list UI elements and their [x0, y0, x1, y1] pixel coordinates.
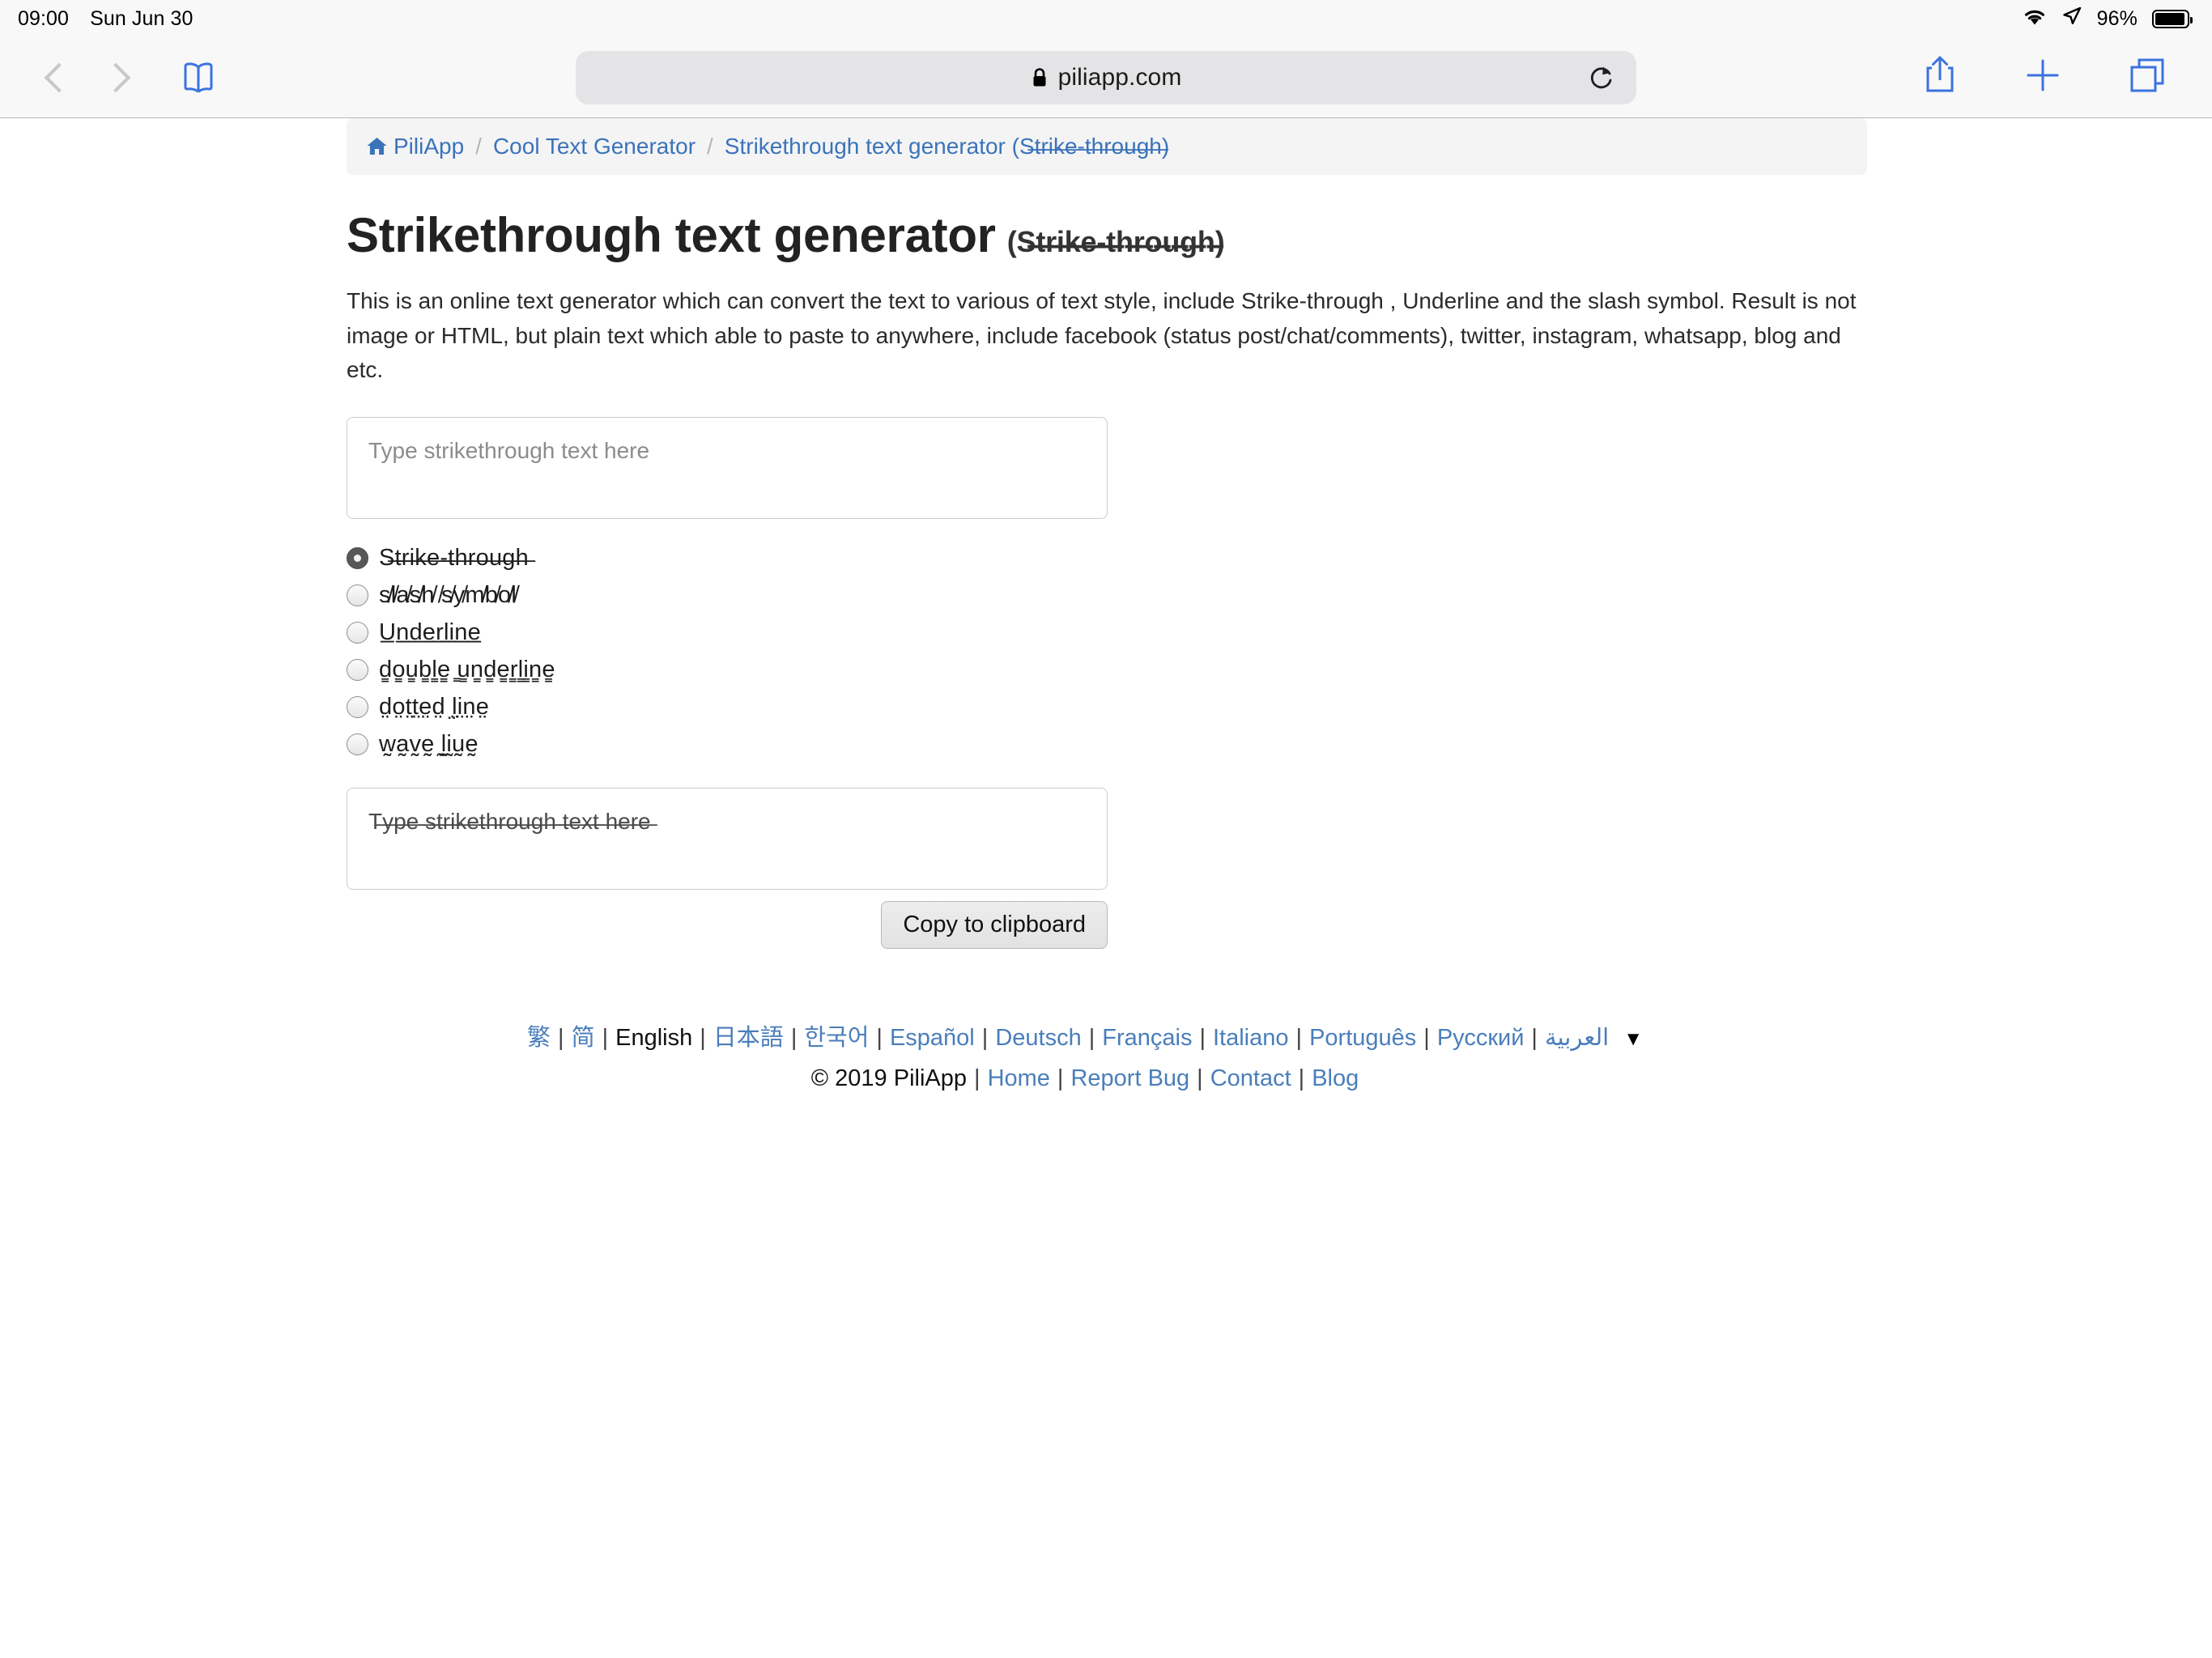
footer-separator: |: [876, 1024, 883, 1051]
address-bar[interactable]: piliapp.com: [576, 50, 1636, 104]
footer-separator: |: [1295, 1024, 1303, 1051]
reload-button[interactable]: [1588, 63, 1615, 92]
page-body: PiliApp / Cool Text Generator / Strikethroug…: [0, 118, 2212, 1096]
lang-french[interactable]: Français: [1102, 1025, 1192, 1051]
address-bar-container: piliapp.com: [576, 50, 1636, 104]
radio-underline[interactable]: [347, 622, 368, 644]
new-tab-button[interactable]: [2024, 57, 2061, 98]
location-arrow-icon: [2061, 6, 2082, 32]
show-tabs-button[interactable]: [2128, 56, 2167, 99]
footer-link-report-bug[interactable]: Report Bug: [1070, 1065, 1189, 1091]
footer-separator: |: [1199, 1024, 1206, 1051]
option-label: s̸l̸a̸s̸h̸ ̸s̸y̸m̸b̸o̸l̸: [379, 582, 517, 609]
lang-german[interactable]: Deutsch: [995, 1025, 1081, 1051]
language-selector: 繁 | 简 | English | 日本語 | 한국어 | Español | Deutsch | Fran…: [347, 1020, 1823, 1056]
breadcrumb: PiliApp / Cool Text Generator / Strikethroug…: [347, 118, 1867, 175]
plus-icon: [2027, 59, 2059, 91]
breadcrumb-item-strikethrough[interactable]: Strikethrough text generator (S̶t̶r̶i̶k̶…: [725, 134, 1169, 159]
footer-separator: |: [602, 1024, 609, 1051]
home-icon: [366, 136, 388, 162]
status-time: 09:00: [18, 6, 70, 30]
option-dotted-line[interactable]: d̤o̤t̤t̤e̤d̤ ̤l̤i̤n̤e̤: [347, 689, 2163, 726]
footer-separator: |: [790, 1024, 798, 1051]
back-button[interactable]: [44, 62, 74, 92]
radio-dotted-line[interactable]: [347, 696, 368, 719]
page-title-suffix: (S̶t̶r̶i̶k̶e̶-̶t̶h̶r̶o̶u̶g̶h̶): [1006, 225, 1225, 258]
style-options-group: S̶t̶r̶i̶k̶e̶-̶t̶h̶r̶o̶u̶g̶h̶ s̸l̸a̸s̸h̸ …: [347, 540, 2163, 763]
option-label: d̳o̳u̳b̳l̳e̳ ̳u̳n̳d̳e̳r̳l̳i̳n̳e̳: [379, 657, 555, 683]
strikethrough-output[interactable]: [347, 787, 1108, 890]
option-label: S̶t̶r̶i̶k̶e̶-̶t̶h̶r̶o̶u̶g̶h̶: [379, 545, 529, 572]
lang-japanese[interactable]: 日本語: [713, 1025, 784, 1051]
option-slash-symbol[interactable]: s̸l̸a̸s̸h̸ ̸s̸y̸m̸b̸o̸l̸: [347, 577, 2163, 614]
lang-russian[interactable]: Русский: [1437, 1025, 1525, 1051]
lang-arabic[interactable]: العربية: [1545, 1025, 1609, 1051]
option-label: d̤o̤t̤t̤e̤d̤ ̤l̤i̤n̤e̤: [379, 694, 490, 721]
radio-strike-through[interactable]: [347, 547, 368, 570]
breadcrumb-separator: /: [475, 134, 482, 159]
bookmarks-button[interactable]: [178, 60, 219, 96]
footer-link-blog[interactable]: Blog: [1312, 1065, 1359, 1091]
safari-toolbar: piliapp.com: [0, 37, 2212, 118]
radio-wave-line[interactable]: [347, 733, 368, 756]
page-title: Strikethrough text generator (S̶t̶r̶i̶k̶e…: [347, 207, 2163, 263]
footer-separator: |: [1088, 1024, 1095, 1051]
tabs-icon: [2130, 58, 2164, 92]
strikethrough-input[interactable]: [347, 416, 1108, 519]
option-strike-through[interactable]: S̶t̶r̶i̶k̶e̶-̶t̶h̶r̶o̶u̶g̶h̶: [347, 540, 2163, 577]
lang-korean[interactable]: 한국어: [804, 1025, 869, 1051]
radio-double-underline[interactable]: [347, 659, 368, 682]
status-bar-left: 09:00 Sun Jun 30: [18, 7, 194, 31]
footer-link-contact[interactable]: Contact: [1210, 1065, 1291, 1091]
footer-separator: |: [1057, 1065, 1064, 1091]
option-underline[interactable]: U̲n̲d̲e̲r̲l̲i̲n̲e̲: [347, 614, 2163, 652]
lang-english-current[interactable]: English: [615, 1025, 692, 1051]
option-label: w̰a̰v̰ḛ ̰l̰ḭṵḛ: [379, 731, 479, 758]
wifi-icon: [2021, 6, 2048, 32]
status-date: Sun Jun 30: [90, 6, 194, 30]
status-bar-right: 96%: [2021, 6, 2193, 32]
footer-separator: |: [974, 1065, 981, 1091]
open-book-icon: [184, 62, 213, 93]
navigation-buttons: [44, 62, 131, 92]
battery-percent: 96%: [2096, 6, 2138, 30]
lang-zh-hans[interactable]: 简: [572, 1025, 595, 1051]
radio-slash-symbol[interactable]: [347, 585, 368, 607]
footer-separator: |: [1197, 1065, 1203, 1091]
address-bar-url: piliapp.com: [1057, 63, 1182, 91]
footer-separator: |: [700, 1024, 706, 1051]
option-label: U̲n̲d̲e̲r̲l̲i̲n̲e̲: [379, 619, 481, 646]
toolbar-right-actions: [1922, 54, 2184, 100]
page-description: This is an online text generator which c…: [347, 288, 1857, 383]
lock-icon: [1031, 67, 1049, 92]
copyright-text: © 2019 PiliApp: [810, 1065, 968, 1091]
page-title-text: Strikethrough text generator: [347, 208, 996, 262]
option-wave-line[interactable]: w̰a̰v̰ḛ ̰l̰ḭṵḛ: [347, 726, 2163, 763]
footer-separator: |: [1423, 1024, 1430, 1051]
breadcrumb-separator: /: [707, 134, 713, 159]
lang-italian[interactable]: Italiano: [1213, 1025, 1289, 1051]
lang-zh-hant[interactable]: 繁: [527, 1025, 551, 1051]
footer-link-home[interactable]: Home: [988, 1065, 1050, 1091]
site-footer: 繁 | 简 | English | 日本語 | 한국어 | Español | Deutsch | Fran…: [347, 1020, 2163, 1096]
forward-button[interactable]: [100, 62, 131, 92]
share-button[interactable]: [1922, 54, 1958, 100]
footer-copyright-row: © 2019 PiliApp | Home | Report Bug | Contact | B…: [347, 1061, 1823, 1096]
copy-to-clipboard-button[interactable]: Copy to clipboard: [881, 900, 1108, 949]
footer-separator: |: [558, 1024, 564, 1051]
chevron-down-icon[interactable]: ▼: [1623, 1028, 1643, 1050]
option-double-underline[interactable]: d̳o̳u̳b̳l̳e̳ ̳u̳n̳d̳e̳r̳l̳i̳n̳e̳: [347, 652, 2163, 689]
output-actions: Copy to clipboard: [347, 900, 1108, 949]
battery-full-icon: [2152, 9, 2193, 28]
footer-separator: |: [1298, 1065, 1305, 1091]
share-icon: [1926, 56, 1954, 92]
ios-status-bar: 09:00 Sun Jun 30 96%: [0, 0, 2212, 37]
breadcrumb-item-piliapp[interactable]: PiliApp: [393, 134, 464, 159]
breadcrumb-item-cool-text-generator[interactable]: Cool Text Generator: [493, 134, 696, 159]
lang-spanish[interactable]: Español: [890, 1025, 975, 1051]
lang-portuguese[interactable]: Português: [1309, 1025, 1416, 1051]
footer-separator: |: [1531, 1024, 1538, 1051]
footer-separator: |: [981, 1024, 989, 1051]
main-content: Strikethrough text generator (S̶t̶r̶i̶k̶e…: [0, 207, 2212, 1096]
